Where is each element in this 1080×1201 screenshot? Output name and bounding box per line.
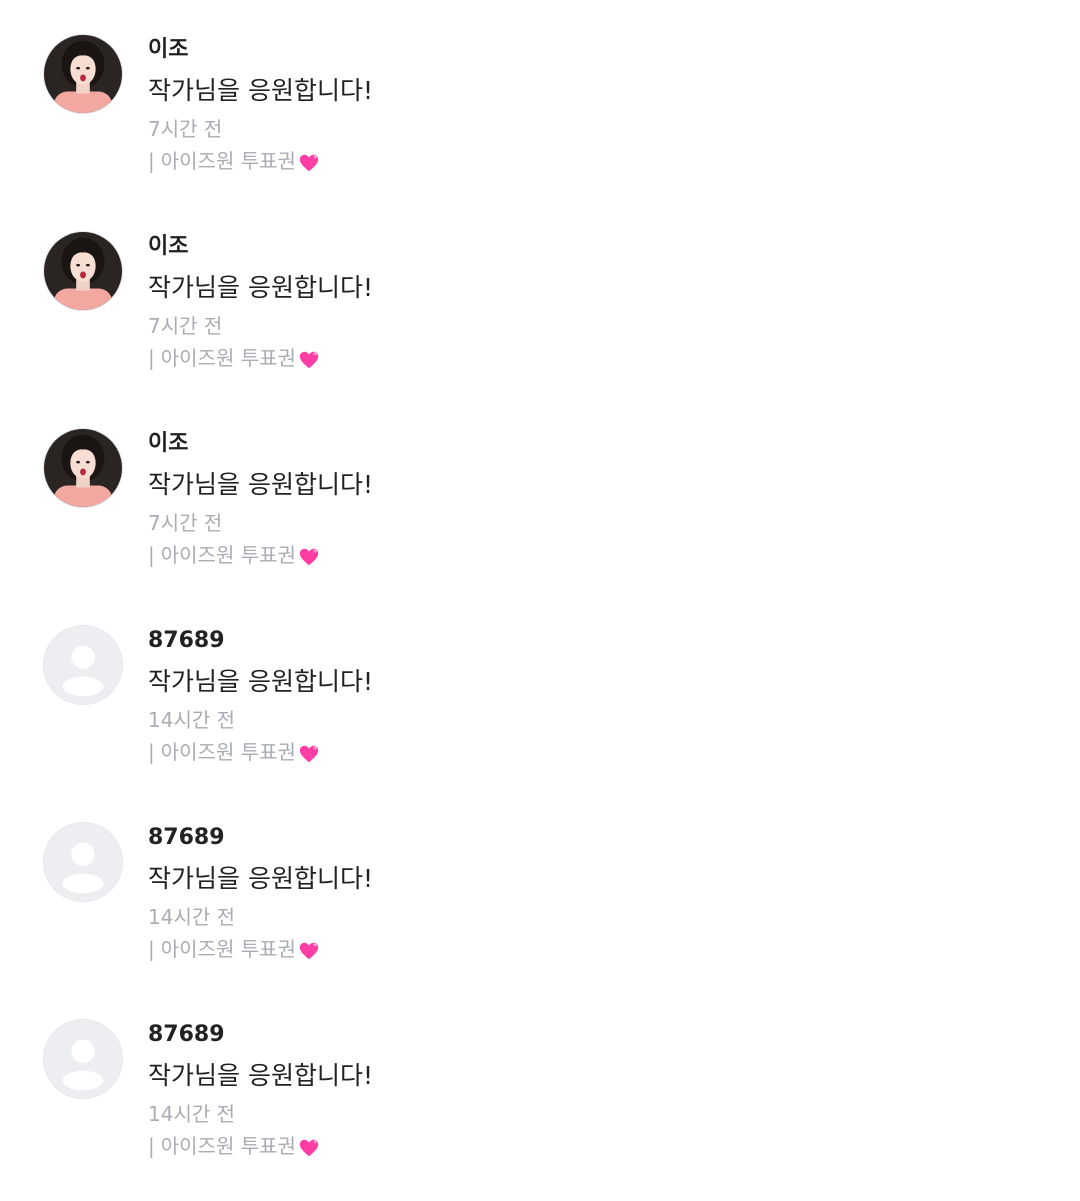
comment-text: 작가님을 응원합니다! [148,667,373,696]
avatar[interactable] [43,34,123,114]
pink-heart-icon [299,153,319,172]
photo-avatar [44,232,122,310]
separator: | [148,1134,155,1158]
comment-text: 작가님을 응원합니다! [148,864,373,893]
avatar[interactable] [43,231,123,311]
pink-heart-icon [299,744,319,763]
photo-avatar [44,35,122,113]
pink-heart-icon [299,547,319,566]
comment-item: 87689 작가님을 응원합니다! 14시간 전 | 아이즈원 투표권 [0,591,1080,764]
separator: | [148,740,155,764]
separator: | [148,543,155,567]
separator: | [148,937,155,961]
vote-badge: | 아이즈원 투표권 [148,739,320,765]
comment-list: 이조 작가님을 응원합니다! 7시간 전 | 아이즈원 투표권 이조 작가님을 … [0,0,1080,1201]
comment-text: 작가님을 응원합니다! [148,1061,373,1090]
author-name[interactable]: 이조 [148,233,188,261]
comment-item: 이조 작가님을 응원합니다! 7시간 전 | 아이즈원 투표권 [0,0,1080,173]
photo-avatar [44,429,122,507]
timestamp: 14시간 전 [148,905,236,929]
separator: | [148,149,155,173]
badge-label: 아이즈원 투표권 [160,740,296,764]
avatar[interactable] [43,1019,123,1099]
comment-text: 작가님을 응원합니다! [148,76,373,105]
vote-badge: | 아이즈원 투표권 [148,542,320,568]
comment-text: 작가님을 응원합니다! [148,470,373,499]
badge-label: 아이즈원 투표권 [160,543,296,567]
badge-label: 아이즈원 투표권 [160,937,296,961]
author-name[interactable]: 이조 [148,430,188,458]
timestamp: 14시간 전 [148,708,236,732]
default-user-avatar [44,626,122,704]
author-name[interactable]: 87689 [148,1021,225,1049]
timestamp: 14시간 전 [148,1102,236,1126]
separator: | [148,346,155,370]
default-user-avatar [44,1020,122,1098]
comment-item: 이조 작가님을 응원합니다! 7시간 전 | 아이즈원 투표권 [0,197,1080,370]
comment-item: 87689 작가님을 응원합니다! 14시간 전 | 아이즈원 투표권 [0,788,1080,961]
vote-badge: | 아이즈원 투표권 [148,148,320,174]
author-name[interactable]: 87689 [148,627,225,655]
comment-item: 87689 작가님을 응원합니다! 14시간 전 | 아이즈원 투표권 [0,985,1080,1158]
vote-badge: | 아이즈원 투표권 [148,1133,320,1159]
avatar[interactable] [43,428,123,508]
pink-heart-icon [299,350,319,369]
vote-badge: | 아이즈원 투표권 [148,345,320,371]
badge-label: 아이즈원 투표권 [160,346,296,370]
timestamp: 7시간 전 [148,314,223,338]
timestamp: 7시간 전 [148,511,223,535]
avatar[interactable] [43,822,123,902]
comment-item: 이조 작가님을 응원합니다! 7시간 전 | 아이즈원 투표권 [0,394,1080,567]
author-name[interactable]: 87689 [148,824,225,852]
vote-badge: | 아이즈원 투표권 [148,936,320,962]
pink-heart-icon [299,941,319,960]
avatar[interactable] [43,625,123,705]
pink-heart-icon [299,1138,319,1157]
timestamp: 7시간 전 [148,117,223,141]
comment-text: 작가님을 응원합니다! [148,273,373,302]
default-user-avatar [44,823,122,901]
author-name[interactable]: 이조 [148,36,188,64]
badge-label: 아이즈원 투표권 [160,149,296,173]
badge-label: 아이즈원 투표권 [160,1134,296,1158]
